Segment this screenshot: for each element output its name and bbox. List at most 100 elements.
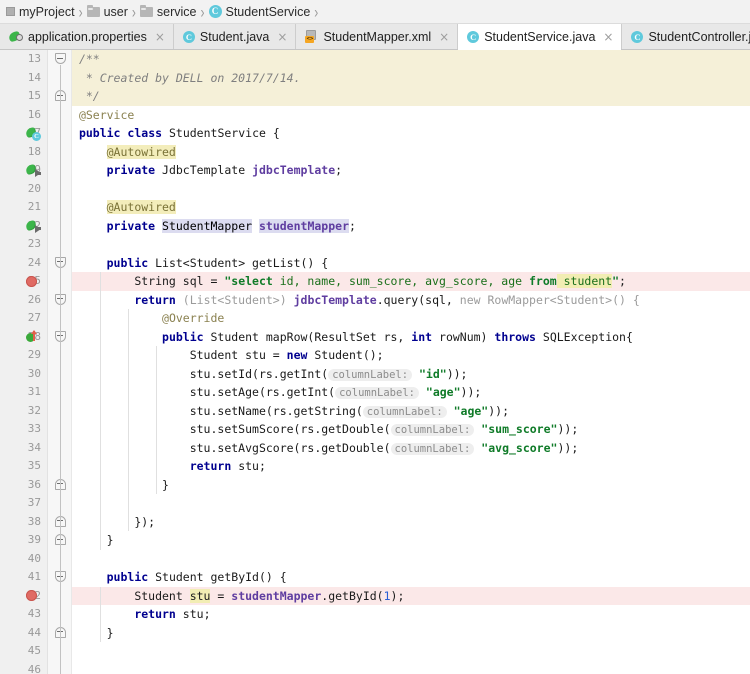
code-line[interactable]: */ — [72, 87, 750, 106]
breadcrumb-item-service[interactable]: service — [139, 4, 197, 19]
code-folding-column[interactable] — [48, 50, 72, 674]
code-line[interactable]: private StudentMapper studentMapper; — [72, 217, 750, 236]
editor-gutter[interactable]: 13 14 15 16 17C18 1920 21 2223 24 2526 27 2829 30 31 3… — [0, 50, 48, 674]
code-line[interactable]: private JdbcTemplate jdbcTemplate; — [72, 161, 750, 180]
gutter-row[interactable]: 15 — [0, 87, 47, 106]
code-line[interactable]: } — [72, 624, 750, 643]
spring-autowired-dependency-icon[interactable] — [24, 163, 41, 178]
breadcrumb-item-myproject[interactable]: myProject — [6, 5, 75, 19]
gutter-row[interactable]: 45 — [0, 642, 47, 661]
code-line[interactable]: public Student mapRow(ResultSet rs, int … — [72, 328, 750, 347]
breadcrumb-item-user[interactable]: user — [86, 4, 128, 19]
gutter-row[interactable]: 17C — [0, 124, 47, 143]
gutter-row[interactable]: 24 — [0, 254, 47, 273]
code-content[interactable]: /** * Created by DELL on 2017/7/14. */ @… — [72, 50, 750, 674]
fold-marker-icon[interactable] — [55, 53, 66, 65]
line-number: 46 — [27, 662, 41, 674]
code-line[interactable]: @Autowired — [72, 143, 750, 162]
close-icon[interactable]: × — [603, 31, 613, 43]
gutter-row[interactable]: 28 — [0, 328, 47, 347]
breadcrumb: myProject › user › service › C StudentSe… — [0, 0, 750, 24]
code-line[interactable] — [72, 494, 750, 513]
line-number: 18 — [27, 144, 41, 158]
gutter-row[interactable]: 37 — [0, 494, 47, 513]
code-line[interactable]: } — [72, 476, 750, 495]
code-line[interactable]: @Override — [72, 309, 750, 328]
gutter-row[interactable]: 30 — [0, 365, 47, 384]
gutter-row[interactable]: 19 — [0, 161, 47, 180]
close-icon[interactable]: × — [155, 31, 165, 43]
gutter-row[interactable]: 29 — [0, 346, 47, 365]
code-line[interactable] — [72, 661, 750, 674]
gutter-row[interactable]: 23 — [0, 235, 47, 254]
gutter-row[interactable]: 43 — [0, 605, 47, 624]
tab-studentcontroller-java[interactable]: C StudentController.java × — [622, 24, 750, 49]
gutter-row[interactable]: 16 — [0, 106, 47, 125]
gutter-row[interactable]: 26 — [0, 291, 47, 310]
code-line[interactable]: public List<Student> getList() { — [72, 254, 750, 273]
breadcrumb-item-studentservice[interactable]: C StudentService — [208, 5, 310, 19]
code-line[interactable]: return stu; — [72, 605, 750, 624]
gutter-row[interactable]: 38 — [0, 513, 47, 532]
code-editor[interactable]: 13 14 15 16 17C18 1920 21 2223 24 2526 27 2829 30 31 3… — [0, 50, 750, 674]
code-line[interactable]: stu.setSumScore(rs.getDouble(columnLabel… — [72, 420, 750, 439]
close-icon[interactable]: × — [277, 31, 287, 43]
tab-studentmapper-xml[interactable]: <> StudentMapper.xml × — [296, 24, 459, 49]
gutter-row[interactable]: 42 — [0, 587, 47, 606]
code-line[interactable]: stu.setAge(rs.getInt(columnLabel: "age")… — [72, 383, 750, 402]
gutter-row[interactable]: 21 — [0, 198, 47, 217]
gutter-row[interactable]: 18 — [0, 143, 47, 162]
code-line[interactable]: public Student getById() { — [72, 568, 750, 587]
breakpoint-icon[interactable] — [26, 590, 37, 601]
breakpoint-icon[interactable] — [26, 275, 37, 287]
code-line[interactable]: * Created by DELL on 2017/7/14. — [72, 68, 750, 87]
gutter-row[interactable]: 36 — [0, 476, 47, 495]
code-line[interactable]: stu.setId(rs.getInt(columnLabel: "id")); — [72, 365, 750, 384]
tab-studentservice-java[interactable]: C StudentService.java × — [458, 24, 623, 50]
code-line[interactable]: Student stu = new Student(); — [72, 346, 750, 365]
indent-guide — [128, 309, 129, 531]
gutter-row[interactable]: 22 — [0, 217, 47, 236]
code-line[interactable] — [72, 550, 750, 569]
spring-bean-class-icon[interactable]: C — [24, 126, 41, 141]
gutter-row[interactable]: 31 — [0, 383, 47, 402]
gutter-row[interactable]: 39 — [0, 531, 47, 550]
code-line[interactable] — [72, 235, 750, 254]
code-line[interactable]: } — [72, 531, 750, 550]
gutter-row[interactable]: 34 — [0, 439, 47, 458]
gutter-row[interactable]: 20 — [0, 180, 47, 199]
class-icon: C — [467, 30, 480, 43]
gutter-row[interactable]: 40 — [0, 550, 47, 569]
close-icon[interactable]: × — [439, 31, 449, 43]
line-number: 37 — [27, 496, 41, 509]
code-line[interactable]: public class StudentService { — [72, 124, 750, 143]
code-line[interactable] — [72, 180, 750, 199]
gutter-row[interactable]: 14 — [0, 69, 47, 88]
code-line[interactable] — [72, 642, 750, 661]
gutter-row[interactable]: 46 — [0, 661, 47, 674]
gutter-row[interactable]: 41 — [0, 568, 47, 587]
code-line[interactable]: return stu; — [72, 457, 750, 476]
code-line[interactable]: @Service — [72, 106, 750, 125]
gutter-row[interactable]: 44 — [0, 624, 47, 643]
code-line[interactable]: @Autowired — [72, 198, 750, 217]
folder-icon — [139, 4, 153, 17]
gutter-row[interactable]: 13 — [0, 50, 47, 69]
tab-student-java[interactable]: C Student.java × — [173, 24, 297, 49]
gutter-row[interactable]: 32 — [0, 402, 47, 421]
code-line[interactable]: stu.setAvgScore(rs.getDouble(columnLabel… — [72, 439, 750, 458]
code-line[interactable]: }); — [72, 513, 750, 532]
code-line[interactable]: String sql = "select id, name, sum_score… — [72, 272, 750, 291]
code-line[interactable]: return (List<Student>) jdbcTemplate.quer… — [72, 291, 750, 310]
implementing-method-icon[interactable] — [26, 329, 39, 344]
gutter-row[interactable]: 25 — [0, 272, 47, 291]
code-line[interactable]: /** — [72, 50, 750, 69]
spring-autowired-dependency-icon[interactable] — [24, 219, 41, 234]
gutter-row[interactable]: 33 — [0, 420, 47, 439]
code-line[interactable]: stu.setName(rs.getString(columnLabel: "a… — [72, 402, 750, 421]
gutter-row[interactable]: 27 — [0, 309, 47, 328]
tab-application-properties[interactable]: application.properties × — [0, 24, 174, 49]
code-line[interactable]: Student stu = studentMapper.getById(1); — [72, 586, 750, 605]
gutter-row[interactable]: 35 — [0, 457, 47, 476]
class-icon: C — [631, 30, 644, 43]
